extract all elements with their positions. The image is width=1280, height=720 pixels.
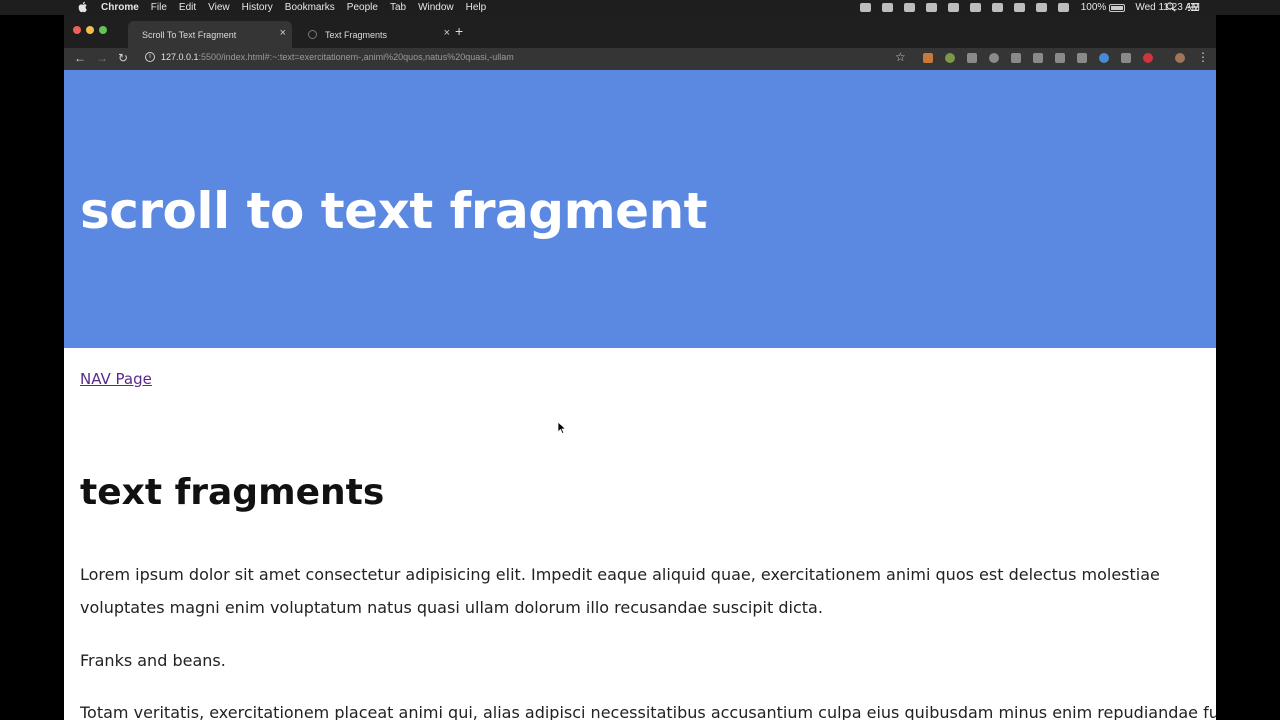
wifi-icon[interactable] bbox=[1035, 3, 1047, 12]
menu-edit[interactable]: Edit bbox=[179, 2, 196, 13]
react-devtools-icon[interactable] bbox=[967, 53, 977, 63]
new-tab-button[interactable]: + bbox=[455, 23, 463, 39]
window-minimize-button[interactable] bbox=[86, 26, 94, 34]
chrome-menu-icon[interactable]: ⋮ bbox=[1197, 50, 1209, 64]
menu-window[interactable]: Window bbox=[418, 2, 454, 13]
paragraph: Lorem ipsum dolor sit amet consectetur a… bbox=[80, 565, 1160, 617]
back-arrow-icon[interactable]: ← bbox=[74, 51, 86, 65]
status-area: 100% Wed 11:23 AM bbox=[849, 0, 1200, 15]
malwarebytes-icon[interactable] bbox=[947, 3, 959, 12]
menu-history[interactable]: History bbox=[242, 2, 273, 13]
site-info-icon[interactable]: i bbox=[145, 52, 155, 62]
tab-scroll-to-text-fragment[interactable]: Scroll To Text Fragment × bbox=[128, 21, 292, 48]
extension-icon[interactable] bbox=[923, 53, 933, 63]
nav-page-link[interactable]: NAV Page bbox=[80, 370, 152, 388]
reload-icon[interactable]: ↻ bbox=[118, 51, 128, 65]
browser-tab-strip: Scroll To Text Fragment × Text Fragments… bbox=[64, 15, 1216, 48]
extension-icon[interactable] bbox=[1099, 53, 1109, 63]
location-icon[interactable] bbox=[881, 3, 893, 12]
macos-menu-bar: Chrome File Edit View History Bookmarks … bbox=[0, 0, 1280, 15]
extension-icon[interactable] bbox=[989, 53, 999, 63]
volume-icon[interactable] bbox=[1057, 3, 1069, 12]
vue-devtools-icon[interactable] bbox=[1033, 53, 1043, 63]
menu-people[interactable]: People bbox=[347, 2, 378, 13]
tab-favicon bbox=[308, 30, 317, 39]
creative-cloud-icon[interactable] bbox=[925, 3, 937, 12]
section-heading: text fragments bbox=[80, 472, 385, 513]
page-viewport: scroll to text fragment NAV Page text fr… bbox=[64, 70, 1216, 720]
address-bar[interactable]: 127.0.0.1:5500/index.html#:~:text=exerci… bbox=[161, 52, 514, 62]
window-close-button[interactable] bbox=[73, 26, 81, 34]
menu-app-name[interactable]: Chrome bbox=[101, 2, 139, 13]
color-picker-extension-icon[interactable] bbox=[945, 53, 955, 63]
paragraph: Franks and beans. bbox=[80, 651, 226, 670]
notification-center-icon[interactable] bbox=[1188, 2, 1199, 12]
battery-percentage: 100% bbox=[1080, 2, 1107, 13]
apple-icon[interactable] bbox=[78, 1, 88, 13]
pocket-icon[interactable] bbox=[1121, 53, 1131, 63]
menu-bookmarks[interactable]: Bookmarks bbox=[285, 2, 335, 13]
mouse-cursor-icon bbox=[557, 421, 567, 435]
url-path: :5500/index.html#:~:text=exercitationem-… bbox=[198, 52, 514, 62]
tab-title: Scroll To Text Fragment bbox=[142, 29, 237, 40]
hero-banner: scroll to text fragment bbox=[64, 70, 1216, 348]
tab-close-icon[interactable]: × bbox=[280, 27, 286, 39]
browser-toolbar: ← → ↻ i 127.0.0.1:5500/index.html#:~:tex… bbox=[64, 48, 1216, 70]
menu-tab[interactable]: Tab bbox=[390, 2, 406, 13]
extension-icon[interactable] bbox=[1077, 53, 1087, 63]
spotlight-search-icon[interactable] bbox=[1166, 2, 1176, 12]
pinterest-icon[interactable] bbox=[1143, 53, 1153, 63]
bookmark-star-icon[interactable]: ☆ bbox=[895, 50, 906, 64]
menu-view[interactable]: View bbox=[208, 2, 230, 13]
url-host: 127.0.0.1 bbox=[161, 52, 199, 62]
airplay-icon[interactable] bbox=[991, 3, 1003, 12]
docker-icon[interactable] bbox=[903, 3, 915, 12]
forward-arrow-icon[interactable]: → bbox=[96, 51, 108, 65]
bluetooth-icon[interactable] bbox=[1013, 3, 1025, 12]
tab-close-icon[interactable]: × bbox=[444, 27, 450, 39]
hero-title: scroll to text fragment bbox=[80, 182, 708, 240]
window-zoom-button[interactable] bbox=[99, 26, 107, 34]
screen-record-icon[interactable] bbox=[859, 3, 871, 12]
menu-file[interactable]: File bbox=[151, 2, 167, 13]
extension-icon[interactable] bbox=[1055, 53, 1065, 63]
extension-icon[interactable] bbox=[1011, 53, 1021, 63]
profile-avatar[interactable] bbox=[1175, 53, 1185, 63]
tab-title: Text Fragments bbox=[325, 29, 388, 40]
tab-text-fragments[interactable]: Text Fragments × bbox=[292, 21, 456, 48]
battery-icon[interactable] bbox=[1109, 3, 1126, 12]
paragraph: Totam veritatis, exercitationem placeat … bbox=[80, 703, 1216, 720]
alfred-icon[interactable] bbox=[969, 3, 981, 12]
menu-help[interactable]: Help bbox=[466, 2, 487, 13]
